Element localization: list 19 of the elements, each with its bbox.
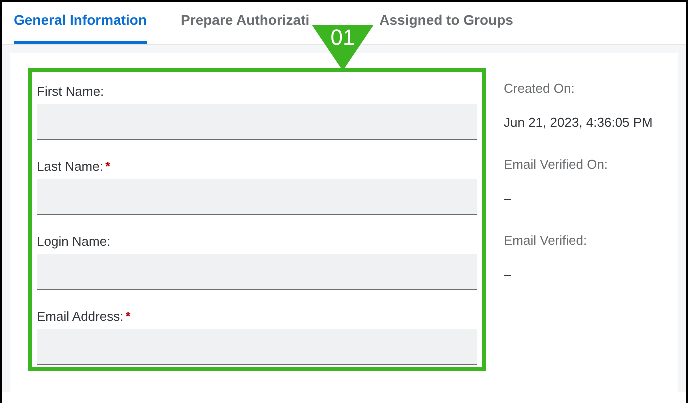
field-label: Last Name: xyxy=(37,158,104,176)
field-label: Login Name: xyxy=(37,233,111,252)
detail-label: Email Verified: xyxy=(504,232,588,250)
detail-label: Created On: xyxy=(504,80,576,98)
detail-value: – xyxy=(504,266,512,284)
required-mark: * xyxy=(126,308,131,326)
input-field[interactable] xyxy=(37,329,477,365)
input-field[interactable] xyxy=(37,179,477,215)
tab[interactable]: Prepare Authorizati xyxy=(181,0,310,44)
required-mark: * xyxy=(105,158,111,176)
input-field[interactable] xyxy=(37,254,477,290)
detail-value: Jun 21, 2023, 4:36:05 PM xyxy=(504,114,653,132)
field-label: First Name: xyxy=(37,83,104,102)
tab[interactable]: Assigned to Groups xyxy=(380,0,514,44)
detail-label: Email Verified On: xyxy=(504,156,610,174)
field-label: Email Address: xyxy=(37,308,124,326)
input-field[interactable] xyxy=(37,104,477,140)
callout-marker: 01 xyxy=(312,25,374,71)
detail-value: – xyxy=(504,190,512,208)
